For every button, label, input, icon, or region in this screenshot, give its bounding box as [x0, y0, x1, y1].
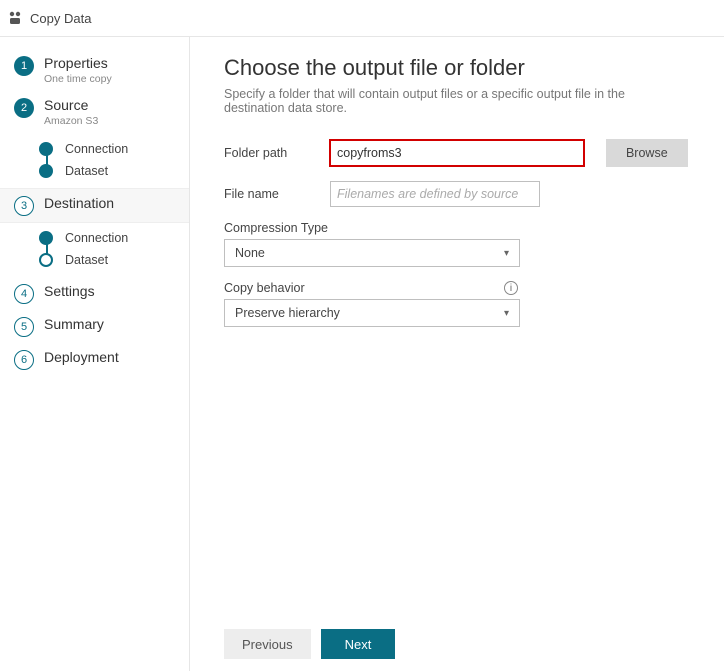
- page-description: Specify a folder that will contain outpu…: [224, 87, 688, 115]
- step-sublabel: One time copy: [44, 73, 112, 86]
- substep-destination-dataset[interactable]: Dataset: [30, 249, 189, 271]
- step-sublabel: Amazon S3: [44, 115, 98, 128]
- wizard-footer: Previous Next: [224, 621, 688, 659]
- step-number: 3: [14, 196, 34, 216]
- step-label: Settings: [44, 283, 95, 300]
- step-number: 4: [14, 284, 34, 304]
- compression-type-select[interactable]: None ▾: [224, 239, 520, 267]
- copy-behavior-select[interactable]: Preserve hierarchy ▾: [224, 299, 520, 327]
- step-number: 1: [14, 56, 34, 76]
- step-source[interactable]: 2 Source Amazon S3: [0, 91, 189, 133]
- next-button[interactable]: Next: [321, 629, 396, 659]
- substep-source-connection[interactable]: Connection: [30, 138, 189, 160]
- info-icon[interactable]: i: [504, 281, 518, 295]
- copy-data-icon: [8, 11, 24, 25]
- file-name-label: File name: [224, 187, 330, 201]
- compression-type-label: Compression Type: [224, 221, 328, 235]
- step-label: Destination: [44, 195, 114, 212]
- step-destination[interactable]: 3 Destination: [0, 188, 189, 223]
- step-label: Deployment: [44, 349, 119, 366]
- file-name-input[interactable]: [330, 181, 540, 207]
- substep-dot: [39, 253, 53, 267]
- substep-destination-connection[interactable]: Connection: [30, 227, 189, 249]
- substep-dot: [39, 142, 53, 156]
- step-properties[interactable]: 1 Properties One time copy: [0, 49, 189, 91]
- step-number: 6: [14, 350, 34, 370]
- step-number: 5: [14, 317, 34, 337]
- substep-label: Connection: [65, 231, 128, 245]
- substep-label: Dataset: [65, 164, 108, 178]
- copy-behavior-value: Preserve hierarchy: [235, 306, 340, 320]
- main-panel: Choose the output file or folder Specify…: [190, 36, 724, 671]
- step-settings[interactable]: 4 Settings: [0, 277, 189, 310]
- source-substeps: Connection Dataset: [30, 138, 189, 182]
- compression-type-value: None: [235, 246, 265, 260]
- wizard-sidebar: 1 Properties One time copy 2 Source Amaz…: [0, 36, 190, 671]
- step-label: Summary: [44, 316, 104, 333]
- substep-label: Dataset: [65, 253, 108, 267]
- step-label: Source: [44, 97, 98, 114]
- title-bar: Copy Data: [0, 0, 724, 36]
- substep-source-dataset[interactable]: Dataset: [30, 160, 189, 182]
- copy-behavior-label: Copy behavior: [224, 281, 305, 295]
- caret-down-icon: ▾: [504, 308, 509, 319]
- substep-dot: [39, 164, 53, 178]
- browse-button[interactable]: Browse: [606, 139, 688, 167]
- previous-button[interactable]: Previous: [224, 629, 311, 659]
- substep-label: Connection: [65, 142, 128, 156]
- step-number: 2: [14, 98, 34, 118]
- caret-down-icon: ▾: [504, 248, 509, 259]
- app-title: Copy Data: [30, 11, 91, 26]
- page-heading: Choose the output file or folder: [224, 55, 688, 81]
- step-summary[interactable]: 5 Summary: [0, 310, 189, 343]
- step-label: Properties: [44, 55, 112, 72]
- folder-path-label: Folder path: [224, 146, 330, 160]
- substep-dot: [39, 231, 53, 245]
- step-deployment[interactable]: 6 Deployment: [0, 343, 189, 376]
- folder-path-input[interactable]: [330, 140, 584, 166]
- destination-substeps: Connection Dataset: [30, 227, 189, 271]
